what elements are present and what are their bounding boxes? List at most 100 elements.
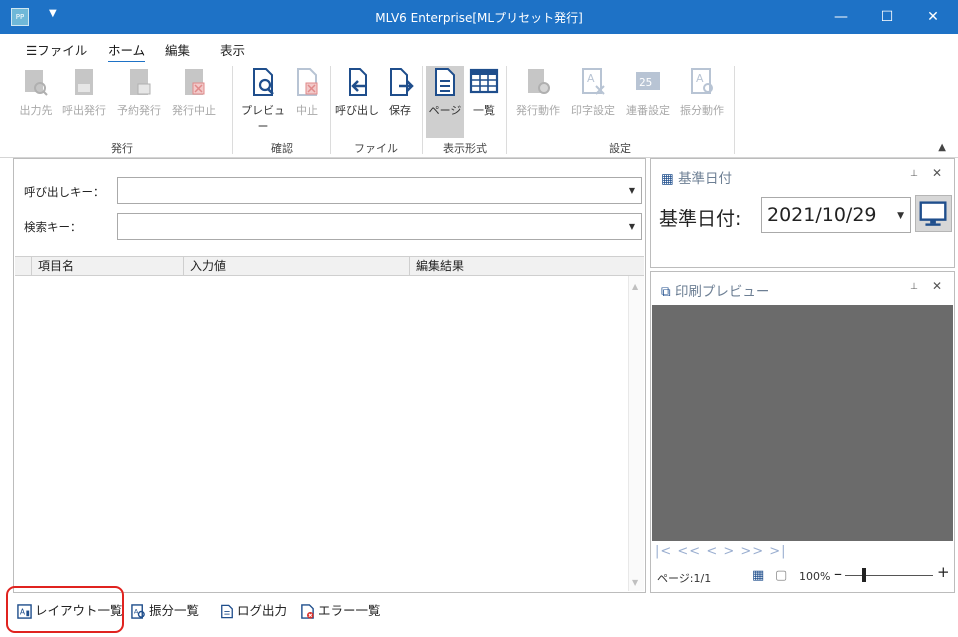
recall-key-label: 呼び出しキー： [24,185,105,199]
collapse-ribbon-icon[interactable]: ▲ [938,142,946,153]
ribbon: 出力先 呼出発行 予約発行 発行中止 発行 プレビュー 中止 確認 呼び出し 保… [0,62,958,158]
recall-key-combobox[interactable]: ▼ [117,177,642,204]
issue-action-button[interactable]: 発行動作 [512,66,564,122]
ribbon-separator [734,66,735,154]
recall-issue-label: 呼出発行 [62,104,106,117]
group-file-label: ファイル [354,142,398,155]
tab-edit[interactable]: 編集 [165,40,190,59]
serial-number-icon: 25 [636,72,660,90]
group-display-format-label: 表示形式 [443,142,487,155]
ribbon-separator [422,66,423,154]
issue-action-label: 発行動作 [516,104,560,117]
bottom-tab-bar: A レイアウト一覧 A 振分一覧 ログ出力 エラー一覧 [0,593,958,637]
base-date-title-text: 基準日付 [678,171,733,187]
preview-button[interactable]: プレビュー [238,66,288,133]
table-list-icon [469,68,499,94]
maximize-button[interactable]: ☐ [864,0,910,34]
page-view-label: ページ [428,104,462,117]
preview-label: プレビュー [241,104,285,133]
tab-view[interactable]: 表示 [220,40,245,59]
tab-sort-list[interactable]: A 振分一覧 [131,601,199,621]
svg-text:A: A [696,72,704,85]
column-header-input-value[interactable]: 入力値 [183,257,409,276]
base-date-picker[interactable]: 2021/10/29 ▼ [761,197,911,233]
recall-issue-button[interactable]: 呼出発行 [58,66,110,122]
list-view-button[interactable]: 一覧 [466,66,502,122]
multi-page-icon[interactable]: ▦ [752,568,764,583]
page-view-icon [435,68,455,96]
single-page-icon[interactable]: ▢ [775,568,787,583]
page-view-button[interactable]: ページ [426,66,464,138]
recall-button[interactable]: 呼び出し [334,66,380,122]
tab-home[interactable]: ホーム [108,40,146,63]
base-date-value: 2021/10/29 [767,204,877,226]
print-preview-panel: ⧉ 印刷プレビュー ⊥ ✕ |< << < > >> >| ページ:1/1 ▦ … [650,271,955,593]
search-key-label: 検索キー： [24,220,82,234]
menu-bar: ☰ファイル ホーム 編集 表示 [0,34,958,63]
sort-action-button[interactable]: A 振分動作 [676,66,728,122]
svg-text:25: 25 [639,76,652,89]
column-header-item-name[interactable]: 項目名 [31,257,183,276]
print-settings-icon: A [582,68,605,95]
close-button[interactable]: ✕ [910,0,956,34]
calendar-icon: ▦ [661,171,674,187]
stop-preview-icon [297,68,318,96]
sort-list-icon: A [131,604,145,619]
printer-search-icon [25,70,48,96]
close-icon[interactable]: ✕ [932,279,942,293]
group-settings-label: 設定 [609,142,631,155]
close-icon[interactable]: ✕ [932,166,942,180]
highlight-annotation [6,586,124,633]
print-preview-title-text: 印刷プレビュー [674,284,770,300]
save-button[interactable]: 保存 [384,66,416,122]
chevron-down-icon[interactable]: ▼ [897,199,904,233]
recall-file-icon [349,68,367,96]
pin-icon[interactable]: ⊥ [910,169,918,179]
print-settings-button[interactable]: A 印字設定 [567,66,619,122]
zoom-in-button[interactable]: + [937,563,950,581]
preview-icon [253,68,274,96]
scroll-down-icon[interactable]: ▼ [632,578,638,587]
scroll-up-icon[interactable]: ▲ [632,282,638,291]
zoom-out-button[interactable]: – [834,564,842,583]
column-header-edit-result[interactable]: 編集結果 [409,257,627,276]
ribbon-separator [232,66,233,154]
tab-log-output[interactable]: ログ出力 [220,601,287,621]
tab-error-list[interactable]: エラー一覧 [300,601,381,621]
zoom-slider[interactable] [845,575,933,576]
chevron-down-icon[interactable]: ▼ [629,186,635,195]
output-destination-button[interactable]: 出力先 [16,66,56,122]
tab-sort-list-label: 振分一覧 [149,603,200,618]
minimize-button[interactable]: — [818,0,864,34]
page-navigation[interactable]: |< << < > >> >| [655,544,787,559]
chevron-down-icon[interactable]: ▼ [629,222,635,231]
group-confirm-label: 確認 [271,142,293,155]
issue-stop-button[interactable]: 発行中止 [168,66,220,122]
reserve-issue-icon [130,69,151,95]
zoom-slider-thumb[interactable] [862,568,866,582]
monitor-button[interactable] [915,195,952,232]
print-settings-label: 印字設定 [571,104,615,117]
monitor-icon [919,201,947,226]
ribbon-separator [330,66,331,154]
search-key-combobox[interactable]: ▼ [117,213,642,240]
error-document-icon [301,604,314,619]
issue-stop-icon [185,69,205,95]
tab-log-output-label: ログ出力 [237,603,288,618]
pin-icon[interactable]: ⊥ [910,282,918,292]
zoom-level: 100% [799,570,831,583]
recall-label: 呼び出し [335,104,379,117]
grid-vertical-scrollbar[interactable]: ▲ ▼ [628,276,644,591]
title-bar: PP ▼ MLV6 Enterprise[MLプリセット発行] — ☐ ✕ [0,0,958,34]
ribbon-separator [506,66,507,154]
issue-action-icon [528,69,550,94]
preview-canvas[interactable] [652,305,953,541]
sort-action-icon: A [691,68,713,94]
stop-button[interactable]: 中止 [290,66,324,122]
base-date-panel: ▦ 基準日付 ⊥ ✕ 基準日付: 2021/10/29 ▼ [650,158,955,268]
row-header-cell [15,257,31,276]
tab-file[interactable]: ☰ファイル [26,40,87,59]
serial-settings-button[interactable]: 25 連番設定 [622,66,674,122]
reserve-issue-button[interactable]: 予約発行 [113,66,165,122]
tab-error-list-label: エラー一覧 [318,603,381,618]
